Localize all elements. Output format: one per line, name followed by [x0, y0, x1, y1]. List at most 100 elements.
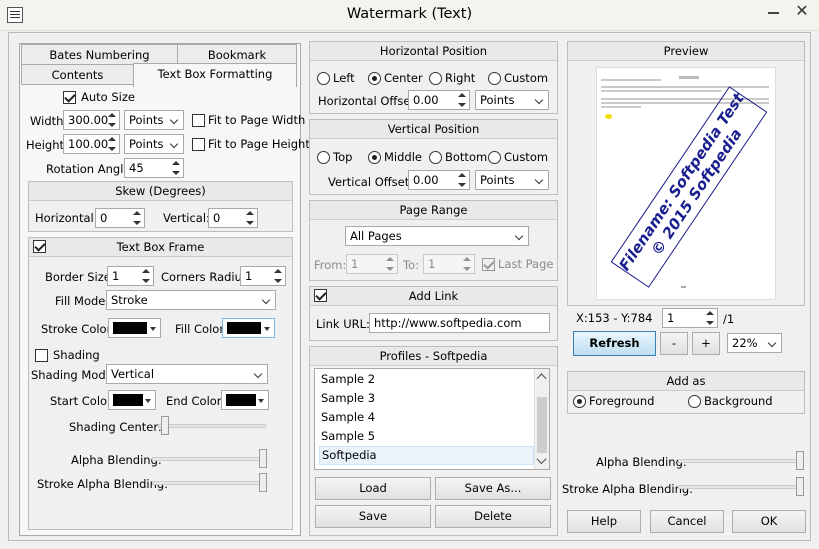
page-total: /1 [723, 312, 735, 326]
save-as-button[interactable]: Save As... [435, 477, 551, 500]
last-page-checkbox[interactable] [482, 258, 495, 271]
refresh-button[interactable]: Refresh [573, 331, 656, 356]
scroll-down-icon[interactable] [536, 454, 547, 465]
horizontal-offset-spinner[interactable]: 0.00 [408, 90, 470, 110]
vertical-offset-label: Vertical Offset: [328, 175, 414, 189]
hpos-center-radio[interactable] [368, 72, 381, 85]
profiles-scrollbar[interactable] [534, 369, 549, 469]
border-size-spinner[interactable]: 1 [107, 266, 154, 286]
minimize-button[interactable] [763, 0, 785, 21]
vpos-bottom-radio[interactable] [429, 151, 442, 164]
scrollbar-thumb[interactable] [537, 397, 547, 453]
width-unit-dropdown[interactable]: Points [124, 110, 184, 130]
vpos-top-label: Top [333, 150, 353, 164]
text-box-frame-checkbox[interactable] [33, 240, 46, 253]
ok-button[interactable]: OK [732, 510, 806, 533]
slider-thumb[interactable] [161, 416, 169, 435]
to-spinner[interactable]: 1 [423, 254, 475, 274]
height-unit-dropdown[interactable]: Points [124, 134, 184, 154]
list-item[interactable]: Sample 4 [319, 408, 534, 427]
slider-thumb[interactable] [796, 477, 804, 496]
from-spinner[interactable]: 1 [346, 254, 398, 274]
horizontal-offset-label: Horizontal Offset: [318, 94, 419, 108]
hpos-custom-radio[interactable] [488, 72, 501, 85]
hpos-right-radio[interactable] [429, 72, 442, 85]
shading-mode-dropdown[interactable]: Vertical [106, 364, 268, 384]
auto-size-checkbox[interactable] [63, 91, 76, 104]
background-radio[interactable] [688, 395, 701, 408]
list-item[interactable]: Sample 2 [319, 370, 534, 389]
page-number-spinner[interactable]: 1 [662, 308, 718, 328]
fill-mode-dropdown[interactable]: Stroke [106, 290, 276, 310]
corners-radius-spinner[interactable]: 1 [240, 266, 286, 286]
tab-contents[interactable]: Contents [21, 64, 134, 85]
spinner-arrows-icon[interactable] [385, 256, 395, 272]
help-button[interactable]: Help [567, 510, 641, 533]
skew-vertical-spinner[interactable]: 0 [208, 208, 258, 228]
delete-button[interactable]: Delete [435, 505, 551, 528]
vpos-top-radio[interactable] [317, 151, 330, 164]
cancel-button[interactable]: Cancel [650, 510, 724, 533]
tab-bookmark[interactable]: Bookmark [177, 44, 297, 65]
foreground-radio[interactable] [573, 395, 586, 408]
spinner-arrows-icon[interactable] [107, 136, 117, 152]
tab-bates-numbering[interactable]: Bates Numbering [21, 44, 178, 65]
page-number [681, 286, 686, 288]
spinner-arrows-icon[interactable] [171, 160, 181, 176]
shading-checkbox[interactable] [35, 349, 48, 362]
horizontal-offset-unit-dropdown[interactable]: Points [475, 90, 549, 110]
width-spinner[interactable]: 300.00 [63, 110, 120, 130]
slider-thumb[interactable] [259, 449, 267, 468]
list-item[interactable]: Sample 5 [319, 427, 534, 446]
start-color-picker[interactable] [108, 390, 156, 410]
hpos-left-radio[interactable] [317, 72, 330, 85]
spinner-arrows-icon[interactable] [457, 172, 467, 188]
profiles-list[interactable]: Sample 2 Sample 3 Sample 4 Sample 5 Soft… [314, 368, 550, 470]
link-url-input[interactable]: http://www.softpedia.com [369, 313, 550, 333]
list-item[interactable]: Sample 3 [319, 389, 534, 408]
preview-stroke-alpha-slider[interactable] [678, 477, 804, 497]
add-link-checkbox[interactable] [314, 289, 327, 302]
slider-thumb[interactable] [796, 451, 804, 470]
preview-alpha-blending-slider[interactable] [678, 451, 804, 471]
spinner-arrows-icon[interactable] [705, 310, 715, 326]
page-range-dropdown[interactable]: All Pages [345, 226, 529, 246]
zoom-in-button[interactable]: + [692, 332, 720, 355]
spinner-arrows-icon[interactable] [462, 256, 472, 272]
close-button[interactable]: ✕ [787, 0, 817, 21]
scroll-up-icon[interactable] [536, 373, 547, 384]
watermark-text-box[interactable]: Filename: Softpedia Test © 2015 Softpedi… [610, 86, 768, 288]
alpha-blending-slider[interactable] [152, 449, 267, 469]
spinner-arrows-icon[interactable] [457, 92, 467, 108]
shading-center-slider[interactable] [158, 416, 266, 436]
list-item-selected[interactable]: Softpedia [319, 446, 534, 465]
vertical-offset-spinner[interactable]: 0.00 [408, 170, 470, 190]
fit-width-checkbox[interactable] [192, 114, 205, 127]
rotation-spinner[interactable]: 45 [124, 158, 184, 178]
fill-color-picker[interactable] [222, 318, 275, 338]
vertical-offset-unit-dropdown[interactable]: Points [475, 170, 549, 190]
preview-page[interactable]: Filename: Softpedia Test © 2015 Softpedi… [596, 67, 776, 300]
stroke-color-picker[interactable] [108, 318, 161, 338]
load-button[interactable]: Load [315, 477, 431, 500]
slider-thumb[interactable] [259, 473, 267, 492]
vpos-custom-radio[interactable] [488, 151, 501, 164]
fit-height-checkbox[interactable] [192, 138, 205, 151]
spinner-arrows-icon[interactable] [245, 210, 255, 226]
spinner-arrows-icon[interactable] [107, 112, 117, 128]
height-spinner[interactable]: 100.00 [63, 134, 120, 154]
spinner-arrows-icon[interactable] [273, 268, 283, 284]
vpos-middle-radio[interactable] [368, 151, 381, 164]
spinner-arrows-icon[interactable] [132, 210, 142, 226]
cursor-coordinates: X:153 - Y:784 [576, 311, 653, 325]
hpos-left-label: Left [333, 71, 355, 85]
skew-horizontal-spinner[interactable]: 0 [95, 208, 145, 228]
tab-text-box-formatting[interactable]: Text Box Formatting [133, 63, 297, 87]
zoom-out-button[interactable]: - [660, 332, 688, 355]
spinner-arrows-icon[interactable] [141, 268, 151, 284]
zoom-dropdown[interactable]: 22% [727, 333, 782, 353]
stroke-alpha-slider[interactable] [152, 473, 267, 493]
save-button[interactable]: Save [315, 505, 431, 528]
start-color-swatch [113, 394, 143, 406]
end-color-picker[interactable] [221, 390, 269, 410]
